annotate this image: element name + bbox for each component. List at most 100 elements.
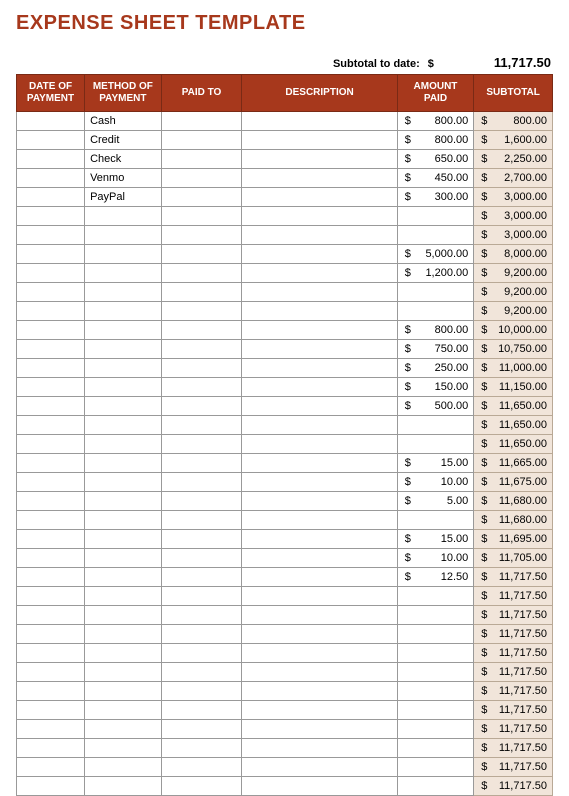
cell-description[interactable]: [242, 321, 397, 340]
cell-amount[interactable]: $10.00: [397, 473, 474, 492]
cell-amount[interactable]: $15.00: [397, 530, 474, 549]
cell-method[interactable]: Check: [85, 150, 162, 169]
cell-description[interactable]: [242, 644, 397, 663]
cell-date[interactable]: [17, 549, 85, 568]
cell-description[interactable]: [242, 283, 397, 302]
cell-paid-to[interactable]: [161, 226, 242, 245]
cell-description[interactable]: [242, 169, 397, 188]
cell-method[interactable]: [85, 777, 162, 796]
cell-method[interactable]: [85, 720, 162, 739]
cell-paid-to[interactable]: [161, 416, 242, 435]
cell-method[interactable]: [85, 416, 162, 435]
cell-paid-to[interactable]: [161, 264, 242, 283]
cell-date[interactable]: [17, 682, 85, 701]
cell-description[interactable]: [242, 625, 397, 644]
cell-date[interactable]: [17, 739, 85, 758]
cell-amount[interactable]: [397, 416, 474, 435]
cell-date[interactable]: [17, 169, 85, 188]
cell-description[interactable]: [242, 416, 397, 435]
cell-amount[interactable]: $5.00: [397, 492, 474, 511]
cell-paid-to[interactable]: [161, 720, 242, 739]
cell-method[interactable]: [85, 739, 162, 758]
cell-method[interactable]: [85, 435, 162, 454]
cell-description[interactable]: [242, 150, 397, 169]
cell-date[interactable]: [17, 701, 85, 720]
cell-date[interactable]: [17, 416, 85, 435]
cell-description[interactable]: [242, 720, 397, 739]
cell-amount[interactable]: [397, 777, 474, 796]
cell-paid-to[interactable]: [161, 511, 242, 530]
cell-paid-to[interactable]: [161, 530, 242, 549]
cell-amount[interactable]: $800.00: [397, 321, 474, 340]
cell-description[interactable]: [242, 663, 397, 682]
cell-date[interactable]: [17, 150, 85, 169]
cell-method[interactable]: PayPal: [85, 188, 162, 207]
cell-amount[interactable]: $150.00: [397, 378, 474, 397]
cell-description[interactable]: [242, 359, 397, 378]
cell-paid-to[interactable]: [161, 397, 242, 416]
cell-date[interactable]: [17, 302, 85, 321]
cell-method[interactable]: [85, 245, 162, 264]
cell-amount[interactable]: [397, 606, 474, 625]
cell-amount[interactable]: $750.00: [397, 340, 474, 359]
cell-description[interactable]: [242, 530, 397, 549]
cell-description[interactable]: [242, 226, 397, 245]
cell-paid-to[interactable]: [161, 435, 242, 454]
cell-date[interactable]: [17, 359, 85, 378]
cell-description[interactable]: [242, 264, 397, 283]
cell-date[interactable]: [17, 625, 85, 644]
cell-method[interactable]: [85, 663, 162, 682]
cell-method[interactable]: [85, 587, 162, 606]
cell-paid-to[interactable]: [161, 568, 242, 587]
cell-paid-to[interactable]: [161, 492, 242, 511]
cell-date[interactable]: [17, 473, 85, 492]
cell-amount[interactable]: [397, 511, 474, 530]
cell-paid-to[interactable]: [161, 245, 242, 264]
cell-description[interactable]: [242, 758, 397, 777]
cell-amount[interactable]: $1,200.00: [397, 264, 474, 283]
cell-amount[interactable]: [397, 663, 474, 682]
cell-paid-to[interactable]: [161, 777, 242, 796]
cell-method[interactable]: [85, 207, 162, 226]
cell-description[interactable]: [242, 245, 397, 264]
cell-date[interactable]: [17, 492, 85, 511]
cell-method[interactable]: [85, 321, 162, 340]
cell-amount[interactable]: [397, 587, 474, 606]
cell-date[interactable]: [17, 321, 85, 340]
cell-paid-to[interactable]: [161, 302, 242, 321]
cell-method[interactable]: [85, 340, 162, 359]
cell-description[interactable]: [242, 112, 397, 131]
cell-method[interactable]: [85, 549, 162, 568]
cell-amount[interactable]: $5,000.00: [397, 245, 474, 264]
cell-paid-to[interactable]: [161, 169, 242, 188]
cell-date[interactable]: [17, 188, 85, 207]
cell-amount[interactable]: [397, 302, 474, 321]
cell-description[interactable]: [242, 568, 397, 587]
cell-date[interactable]: [17, 207, 85, 226]
cell-paid-to[interactable]: [161, 207, 242, 226]
cell-date[interactable]: [17, 511, 85, 530]
cell-method[interactable]: Credit: [85, 131, 162, 150]
cell-description[interactable]: [242, 739, 397, 758]
cell-description[interactable]: [242, 378, 397, 397]
cell-method[interactable]: [85, 397, 162, 416]
cell-date[interactable]: [17, 397, 85, 416]
cell-date[interactable]: [17, 378, 85, 397]
cell-method[interactable]: [85, 644, 162, 663]
cell-paid-to[interactable]: [161, 283, 242, 302]
cell-date[interactable]: [17, 568, 85, 587]
cell-amount[interactable]: $10.00: [397, 549, 474, 568]
cell-date[interactable]: [17, 777, 85, 796]
cell-method[interactable]: [85, 758, 162, 777]
cell-description[interactable]: [242, 188, 397, 207]
cell-method[interactable]: [85, 682, 162, 701]
cell-amount[interactable]: [397, 625, 474, 644]
cell-method[interactable]: [85, 606, 162, 625]
cell-method[interactable]: [85, 492, 162, 511]
cell-amount[interactable]: $12.50: [397, 568, 474, 587]
cell-date[interactable]: [17, 112, 85, 131]
cell-paid-to[interactable]: [161, 549, 242, 568]
cell-description[interactable]: [242, 587, 397, 606]
cell-method[interactable]: [85, 454, 162, 473]
cell-description[interactable]: [242, 701, 397, 720]
